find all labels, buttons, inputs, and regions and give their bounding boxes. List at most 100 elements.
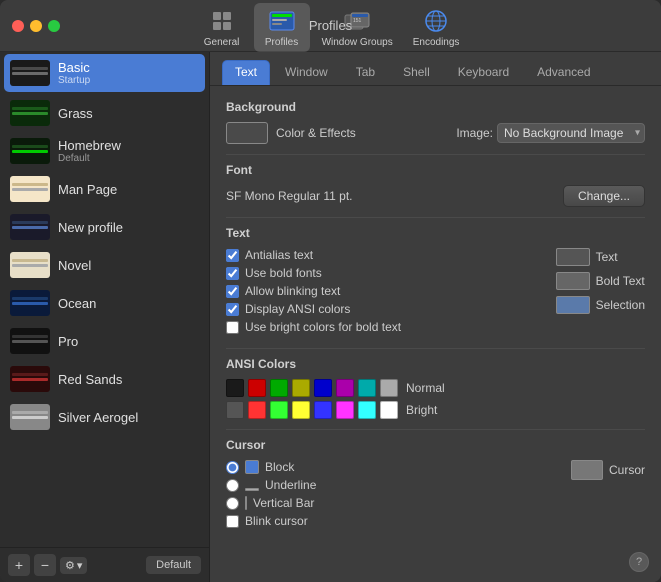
gear-button[interactable]: ⚙ ▾ xyxy=(60,557,87,574)
default-button[interactable]: Default xyxy=(146,556,201,574)
help-button[interactable]: ? xyxy=(629,552,649,572)
ansi-grid: NormalBright xyxy=(226,379,645,419)
cursor-visual-underline xyxy=(245,488,259,491)
ansi-color-bright-3[interactable] xyxy=(292,401,310,419)
sidebar-profile-red-sands[interactable]: Red Sands xyxy=(0,360,209,398)
profile-thumb-red-sands xyxy=(10,366,50,392)
image-dropdown[interactable]: No Background Image Background Image xyxy=(497,123,645,143)
swatch-row-selection-swatch: Selection xyxy=(556,296,645,314)
profile-name-grass: Grass xyxy=(58,106,93,121)
bold-swatch[interactable] xyxy=(556,272,590,290)
divider-3 xyxy=(226,348,645,349)
cursor-radio-underline[interactable] xyxy=(226,479,239,492)
add-profile-button[interactable]: + xyxy=(8,554,30,576)
checkbox-bold[interactable] xyxy=(226,267,239,280)
cursor-visual-vertical-bar xyxy=(245,496,247,510)
selection-swatch[interactable] xyxy=(556,296,590,314)
checkboxes-col: Antialias text Use bold fonts Allow blinki… xyxy=(226,248,401,338)
ansi-section: ANSI Colors NormalBright xyxy=(226,357,645,419)
sidebar-profile-basic[interactable]: BasicStartup xyxy=(4,54,205,92)
ansi-color-normal-3[interactable] xyxy=(292,379,310,397)
maximize-button[interactable] xyxy=(48,20,60,32)
cursor-content: BlockUnderlineVertical BarBlink cursor C… xyxy=(226,460,645,532)
cursor-option-row-underline: Underline xyxy=(226,478,316,492)
ansi-color-bright-5[interactable] xyxy=(336,401,354,419)
cursor-option-row-vertical-bar: Vertical Bar xyxy=(226,496,316,510)
main-content: BasicStartup Grass HomebrewDefaultMan Page… xyxy=(0,52,661,582)
ansi-color-normal-1[interactable] xyxy=(248,379,266,397)
profile-thumb-homebrew xyxy=(10,138,50,164)
blink-cursor-row: Blink cursor xyxy=(226,514,316,528)
text-section: Text Antialias textUse bold fontsAllow b… xyxy=(226,226,645,338)
content-panel: TextWindowTabShellKeyboardAdvanced Backg… xyxy=(210,52,661,582)
checkbox-blinking[interactable] xyxy=(226,285,239,298)
general-icon xyxy=(208,7,236,35)
window-groups-label: Window Groups xyxy=(322,37,393,48)
ansi-color-normal-7[interactable] xyxy=(380,379,398,397)
tab-keyboard[interactable]: Keyboard xyxy=(445,60,522,85)
sidebar-profile-homebrew[interactable]: HomebrewDefault xyxy=(0,132,209,170)
close-button[interactable] xyxy=(12,20,24,32)
image-select-group: Image: No Background Image Background Im… xyxy=(456,123,645,143)
background-row: Color & Effects Image: No Background Ima… xyxy=(226,122,645,144)
remove-profile-button[interactable]: − xyxy=(34,554,56,576)
ansi-color-normal-5[interactable] xyxy=(336,379,354,397)
ansi-color-normal-4[interactable] xyxy=(314,379,332,397)
sidebar-profile-silver-aerogel[interactable]: Silver Aerogel xyxy=(0,398,209,436)
ansi-color-normal-2[interactable] xyxy=(270,379,288,397)
ansi-color-bright-6[interactable] xyxy=(358,401,376,419)
general-label: General xyxy=(204,37,240,48)
tab-tab[interactable]: Tab xyxy=(343,60,388,85)
blink-cursor-checkbox[interactable] xyxy=(226,515,239,528)
cursor-visual-block xyxy=(245,460,259,474)
profile-sub-basic: Startup xyxy=(58,75,90,86)
titlebar: Profiles General xyxy=(0,0,661,52)
divider-1 xyxy=(226,154,645,155)
checkbox-antialias[interactable] xyxy=(226,249,239,262)
cursor-color-swatch[interactable] xyxy=(571,460,603,480)
sidebar-profile-ocean[interactable]: Ocean xyxy=(0,284,209,322)
sidebar-profile-pro[interactable]: Pro xyxy=(0,322,209,360)
checkbox-label-antialias: Antialias text xyxy=(245,248,313,262)
cursor-radio-vertical-bar[interactable] xyxy=(226,497,239,510)
sidebar-profile-new-profile[interactable]: New profile xyxy=(0,208,209,246)
checkbox-label-blinking: Allow blinking text xyxy=(245,284,340,298)
ansi-color-bright-1[interactable] xyxy=(248,401,266,419)
checkbox-ansi[interactable] xyxy=(226,303,239,316)
tab-text[interactable]: Text xyxy=(222,60,270,85)
ansi-color-normal-6[interactable] xyxy=(358,379,376,397)
ansi-color-bright-0[interactable] xyxy=(226,401,244,419)
sidebar-profile-grass[interactable]: Grass xyxy=(0,94,209,132)
text-swatches-col: TextBold TextSelection xyxy=(556,248,645,314)
tab-shell[interactable]: Shell xyxy=(390,60,443,85)
profile-thumb-basic xyxy=(10,60,50,86)
checkbox-bright-bold[interactable] xyxy=(226,321,239,334)
cursor-radio-block[interactable] xyxy=(226,461,239,474)
cursor-options-col: Block Underline Vertical Bar Blink cursor xyxy=(226,460,316,532)
ansi-color-normal-0[interactable] xyxy=(226,379,244,397)
cursor-label-block: Block xyxy=(265,460,294,474)
ansi-color-bright-2[interactable] xyxy=(270,401,288,419)
sidebar-profile-man-page[interactable]: Man Page xyxy=(0,170,209,208)
color-effects-swatch[interactable] xyxy=(226,122,268,144)
checkbox-row-bold: Use bold fonts xyxy=(226,266,401,280)
ansi-color-bright-7[interactable] xyxy=(380,401,398,419)
minimize-button[interactable] xyxy=(30,20,42,32)
ansi-color-bright-4[interactable] xyxy=(314,401,332,419)
change-font-button[interactable]: Change... xyxy=(563,185,645,207)
tab-advanced[interactable]: Advanced xyxy=(524,60,603,85)
swatch-label-bold-swatch: Bold Text xyxy=(596,274,645,288)
profile-thumb-pro xyxy=(10,328,50,354)
encodings-icon xyxy=(422,7,450,35)
checkbox-row-bright-bold: Use bright colors for bold text xyxy=(226,320,401,334)
tab-window[interactable]: Window xyxy=(272,60,341,85)
sidebar-profile-novel[interactable]: Novel xyxy=(0,246,209,284)
toolbar-item-encodings[interactable]: Encodings xyxy=(405,3,468,52)
image-dropdown-wrapper: No Background Image Background Image xyxy=(497,123,645,143)
gear-icon: ⚙ xyxy=(65,559,75,572)
text-swatch[interactable] xyxy=(556,248,590,266)
gear-chevron-icon: ▾ xyxy=(77,559,83,572)
toolbar-item-general[interactable]: General xyxy=(194,3,250,52)
toolbar-item-profiles[interactable]: Profiles xyxy=(254,3,310,52)
sidebar: BasicStartup Grass HomebrewDefaultMan Page… xyxy=(0,52,210,582)
